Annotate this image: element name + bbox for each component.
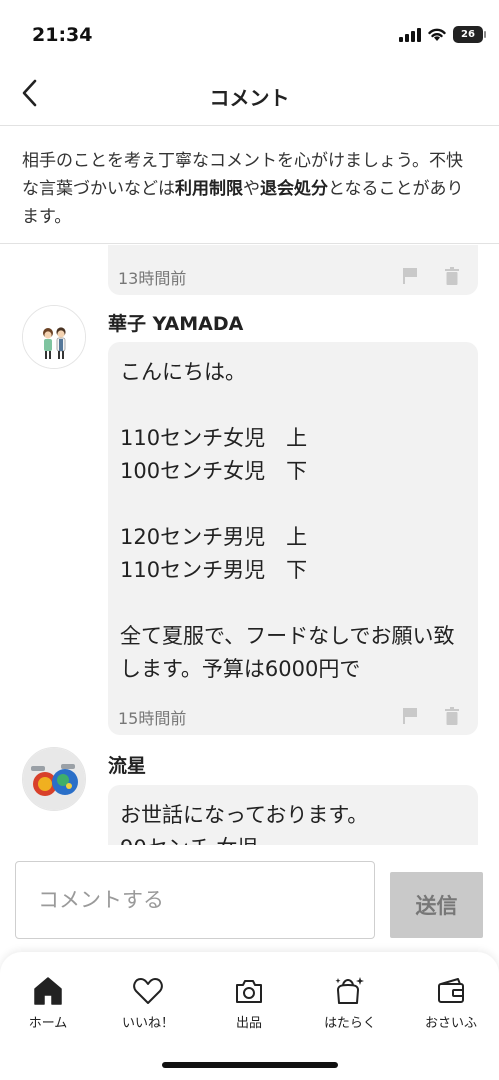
- comment-bubble: 13時間前: [108, 245, 478, 295]
- status-bar: 21:34 26: [0, 0, 499, 62]
- bottom-tab-bar: ホーム いいね！ 出品 はたらく おさいふ: [0, 952, 499, 1080]
- comment-author: 流星: [108, 755, 147, 777]
- heart-icon: [132, 976, 164, 1006]
- page-title: コメント: [209, 86, 290, 110]
- tab-label: ホーム: [28, 1016, 68, 1031]
- comment-text: お世話になっております。 90センチ 女児: [120, 803, 369, 845]
- comment-input-area: 送信: [0, 848, 499, 952]
- tab-home[interactable]: ホーム: [3, 976, 93, 1031]
- send-button[interactable]: 送信: [390, 872, 483, 938]
- comment-list[interactable]: 13時間前 華子 YAMADA こんにちは。 110センチ女児 上 100センチ…: [0, 245, 499, 845]
- wallet-icon: [435, 976, 467, 1006]
- tab-label: はたらく: [324, 1016, 376, 1031]
- tab-label: いいね！: [121, 1016, 174, 1031]
- tab-work[interactable]: はたらく: [305, 976, 395, 1031]
- home-icon: [32, 976, 64, 1006]
- comment-guideline-notice: 相手のことを考え丁寧なコメントを心がけましょう。不快な言葉づかいなどは利用制限や…: [0, 127, 499, 244]
- comment-timestamp: 15時間前: [118, 709, 187, 728]
- tab-likes[interactable]: いいね！: [103, 976, 193, 1031]
- status-time: 21:34: [32, 24, 93, 46]
- nav-bar: コメント: [0, 62, 499, 126]
- comment-footer: 15時間前: [108, 695, 478, 735]
- comment-bubble: お世話になっております。 90センチ 女児: [108, 785, 478, 845]
- tab-wallet[interactable]: おさいふ: [406, 976, 496, 1031]
- trash-icon[interactable]: [444, 267, 460, 285]
- comment-footer: 13時間前: [108, 255, 478, 295]
- flag-icon[interactable]: [402, 707, 418, 725]
- notice-bold-withdrawal: 退会処分: [260, 179, 328, 199]
- status-icons: 26: [399, 26, 486, 43]
- comment-timestamp: 13時間前: [118, 269, 187, 288]
- avatar[interactable]: [22, 305, 86, 369]
- sparkle-bag-icon: [334, 976, 366, 1006]
- comment-input[interactable]: [15, 861, 375, 939]
- avatar[interactable]: [22, 747, 86, 811]
- camera-icon: [233, 976, 265, 1006]
- home-indicator: [162, 1062, 338, 1068]
- avatar-glass-art-icon: [23, 748, 85, 810]
- tab-label: 出品: [235, 1016, 262, 1031]
- tab-label: おさいふ: [424, 1016, 477, 1031]
- trash-icon[interactable]: [444, 707, 460, 725]
- comment-text: こんにちは。 110センチ女児 上 100センチ女児 下 120センチ男児 上 …: [120, 360, 455, 681]
- battery-icon: 26: [453, 26, 486, 43]
- comment-author: 華子 YAMADA: [108, 313, 244, 335]
- tab-sell[interactable]: 出品: [204, 976, 294, 1031]
- wifi-icon: [428, 28, 446, 41]
- comment-bubble: こんにちは。 110センチ女児 上 100センチ女児 下 120センチ男児 上 …: [108, 342, 478, 735]
- notice-bold-usage-limit: 利用制限: [175, 179, 243, 199]
- avatar-couple-illustration-icon: [23, 306, 85, 368]
- signal-icon: [399, 27, 421, 42]
- notice-text-mid: や: [243, 179, 260, 199]
- flag-icon[interactable]: [402, 267, 418, 285]
